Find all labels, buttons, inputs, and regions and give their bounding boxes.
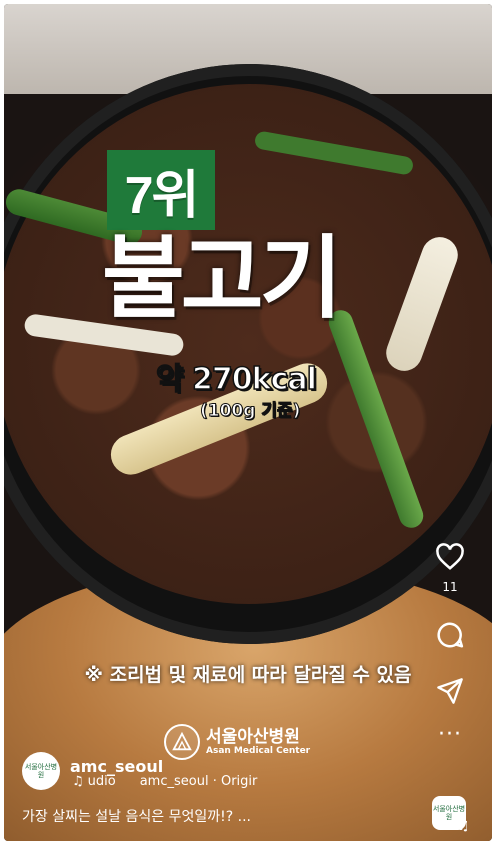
like-count: 11 [442, 580, 458, 594]
share-icon[interactable] [433, 674, 467, 708]
audio-row[interactable]: ♫ udio amc_seoul · Origir [72, 774, 257, 789]
audio-source: amc_seoul · Origir [139, 774, 258, 789]
dish-title: 불고기 [102, 226, 342, 331]
brand-name-en: Asan Medical Center [206, 745, 311, 756]
hospital-seal-icon [164, 724, 200, 760]
hospital-logo: 서울아산병원 Asan Medical Center [164, 724, 310, 760]
portion-text: (100g 기준) [199, 401, 301, 422]
heart-icon[interactable] [433, 540, 467, 574]
video-player[interactable]: 7위 불고기 약 270kcal (100g 기준) ※ 조리법 및 재료에 따… [4, 4, 492, 841]
rank-badge: 7위 [107, 150, 215, 230]
music-icon: ♫ [72, 774, 84, 789]
action-rail: 11 ··· [430, 540, 470, 746]
avatar[interactable]: 서울아산병원 [22, 752, 60, 790]
comment-icon[interactable] [433, 618, 467, 652]
brand-name-ko: 서울아산병원 [206, 726, 300, 747]
audio-label: udio [87, 774, 116, 789]
username[interactable]: amc_seoul [70, 757, 163, 776]
disclaimer-text: ※ 조리법 및 재료에 따라 달라질 수 있음 [84, 664, 412, 686]
caption-text[interactable]: 가장 살찌는 설날 음식은 무엇일까!? ... [22, 806, 251, 826]
reel-frame: 7위 불고기 약 270kcal (100g 기준) ※ 조리법 및 재료에 따… [0, 0, 498, 845]
rank-text: 7위 [124, 166, 200, 225]
more-icon[interactable]: ··· [438, 724, 462, 746]
music-note-icon: ♫ [457, 818, 470, 834]
calorie-text: 약 270kcal [155, 361, 317, 398]
